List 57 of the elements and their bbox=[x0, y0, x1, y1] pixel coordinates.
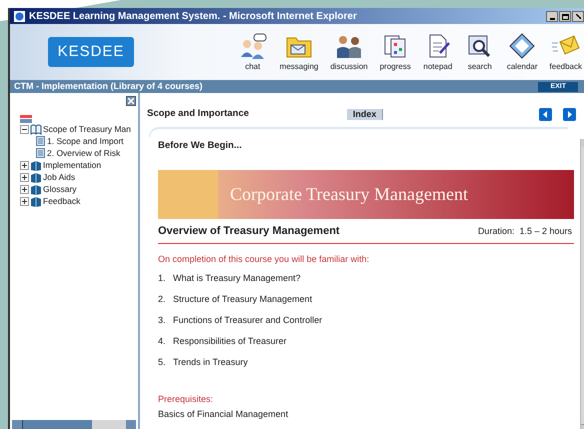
course-title: Overview of Treasury Management bbox=[158, 224, 340, 240]
section-heading: Before We Begin... bbox=[158, 139, 243, 153]
list-number: 2. bbox=[158, 293, 167, 306]
list-number: 4. bbox=[158, 335, 167, 348]
toolbar-button[interactable]: search bbox=[458, 31, 501, 73]
tree-item[interactable]: 2. Overview of Risk bbox=[47, 146, 120, 160]
book-icon bbox=[30, 184, 42, 194]
toolbar-button[interactable]: calendar bbox=[500, 31, 544, 73]
banner-title: Corporate Treasury Management bbox=[230, 183, 468, 206]
intro-text: On completion of this course you will be familiar with: bbox=[158, 252, 370, 266]
toolbar-button[interactable]: notepad bbox=[416, 31, 459, 73]
expand-toggle[interactable] bbox=[20, 172, 29, 182]
topic-item: Trends in Treasury bbox=[173, 356, 248, 369]
page-icon bbox=[36, 148, 45, 158]
tree-item[interactable]: Feedback bbox=[43, 194, 80, 208]
horizontal-scrollbar[interactable] bbox=[12, 420, 136, 429]
index-button[interactable]: Index bbox=[346, 108, 384, 120]
topic-item: Structure of Treasury Management bbox=[173, 293, 312, 306]
topic-item: What is Treasury Management? bbox=[173, 272, 301, 285]
tree-item[interactable]: Glossary bbox=[43, 182, 77, 196]
tree-item[interactable]: Scope of Treasury Man bbox=[43, 122, 131, 136]
book-icon bbox=[30, 160, 42, 170]
topic-item: Responsibilities of Treasurer bbox=[173, 335, 287, 348]
tree-item[interactable]: Job Aids bbox=[43, 170, 76, 184]
book-icon bbox=[30, 196, 42, 206]
logo: KESDEE bbox=[48, 37, 134, 67]
expand-toggle[interactable] bbox=[20, 184, 29, 194]
toolbar-button[interactable]: messaging bbox=[274, 31, 324, 73]
prerequisite-item: Basics of Financial Management bbox=[158, 408, 290, 421]
window-title: KESDEE Learning Management System. - Microsoft Internet Explorer bbox=[29, 10, 357, 24]
page-title: Scope and Importance bbox=[147, 106, 249, 121]
list-number: 3. bbox=[158, 314, 167, 327]
page-icon bbox=[36, 136, 45, 146]
open-book-icon bbox=[30, 124, 42, 134]
list-number: 5. bbox=[158, 356, 167, 369]
prerequisites-label: Prerequisites: bbox=[158, 393, 214, 406]
collapse-toggle[interactable] bbox=[20, 124, 29, 134]
maximize-button[interactable] bbox=[559, 10, 571, 22]
close-button[interactable] bbox=[572, 10, 584, 22]
toolbar-button[interactable]: feedback bbox=[544, 31, 584, 73]
course-title: CTM - Implementation (Library of 4 courses) bbox=[14, 80, 203, 93]
expand-toggle[interactable] bbox=[20, 196, 29, 206]
toolbar-button[interactable]: progress bbox=[374, 31, 417, 73]
tree-root-icon bbox=[20, 115, 32, 123]
browser-icon bbox=[14, 10, 25, 22]
close-pane-button[interactable] bbox=[126, 96, 136, 106]
toolbar-button[interactable]: chat bbox=[232, 31, 274, 73]
expand-toggle[interactable] bbox=[20, 160, 29, 170]
duration: Duration: 1.5 – 2 hours bbox=[478, 225, 572, 238]
tree-item[interactable]: 1. Scope and Import bbox=[47, 134, 124, 148]
toolbar-button[interactable]: discussion bbox=[324, 31, 374, 73]
tree-item[interactable]: Implementation bbox=[43, 158, 102, 172]
topic-item: Functions of Treasurer and Controller bbox=[173, 314, 322, 327]
photo-placeholder bbox=[158, 170, 218, 220]
book-icon bbox=[30, 172, 42, 182]
list-number: 1. bbox=[158, 272, 167, 285]
minimize-button[interactable] bbox=[546, 10, 558, 22]
